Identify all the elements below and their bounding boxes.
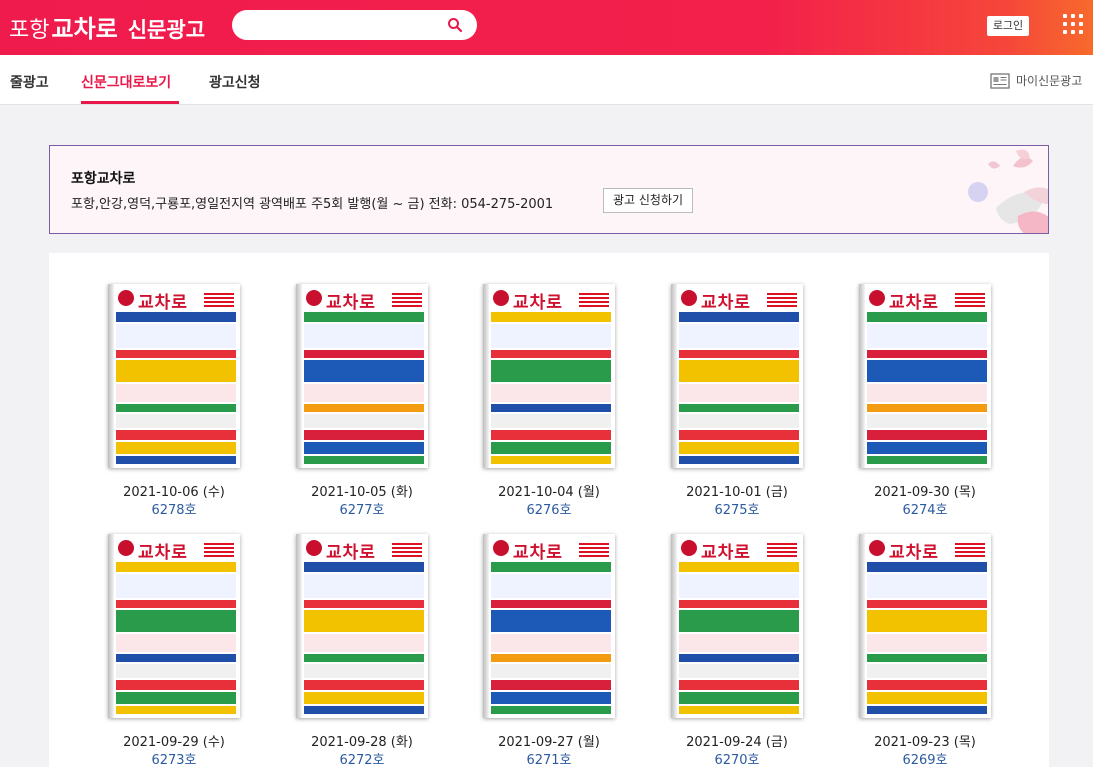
newspaper-thumbnail[interactable]: 교차로 (108, 284, 240, 468)
thumbnail-masthead: 교차로 (701, 293, 751, 313)
issue-number-link[interactable]: 6270호 (652, 749, 822, 767)
newspaper-thumbnail[interactable]: 교차로 (296, 534, 428, 718)
issue-date: 2021-10-06 (수) (123, 485, 225, 500)
issue-number-link[interactable]: 6277호 (277, 499, 447, 518)
thumbnail-masthead: 교차로 (889, 293, 939, 313)
search-bar (232, 10, 477, 40)
newspaper-thumbnail[interactable]: 교차로 (859, 284, 991, 468)
logo-service: 신문광고 (127, 18, 206, 42)
thumbnail-masthead: 교차로 (326, 293, 376, 313)
apply-ad-button[interactable]: 광고 신청하기 (603, 188, 694, 213)
issue-date: 2021-10-05 (화) (311, 485, 413, 500)
decorative-petals (968, 149, 1048, 233)
search-input[interactable] (246, 15, 436, 35)
issue-number-link[interactable]: 6274호 (840, 499, 1010, 518)
thumbnail-masthead: 교차로 (513, 293, 563, 313)
newspaper-thumbnail[interactable]: 교차로 (483, 534, 615, 718)
newspaper-icon (990, 72, 1010, 89)
thumbnail-masthead: 교차로 (889, 543, 939, 563)
newspaper-thumbnail[interactable]: 교차로 (296, 284, 428, 468)
newspaper-info-box: 포항교차로 포항,안강,영덕,구룡포,영일전지역 광역배포 주5회 발행(월 ~… (49, 145, 1049, 234)
logo-region: 포항 (9, 18, 50, 43)
login-button[interactable]: 로그인 (987, 16, 1029, 36)
site-logo[interactable]: 포항 교차로 신문광고 (9, 9, 205, 43)
tab-line-ads[interactable]: 줄광고 (10, 72, 49, 92)
search-icon[interactable] (447, 17, 463, 33)
thumbnail-masthead: 교차로 (513, 543, 563, 563)
issue-date: 2021-09-30 (목) (874, 485, 976, 500)
issue-date: 2021-09-29 (수) (123, 735, 225, 750)
nav-bar: 줄광고 신문그대로보기 광고신청 마이신문광고 (0, 55, 1093, 105)
issue-number-link[interactable]: 6273호 (89, 749, 259, 767)
newspaper-thumbnail[interactable]: 교차로 (671, 534, 803, 718)
issue-number-link[interactable]: 6272호 (277, 749, 447, 767)
my-ad-label: 마이신문광고 (1016, 74, 1083, 88)
thumbnail-masthead: 교차로 (138, 293, 188, 313)
issue-number-link[interactable]: 6278호 (89, 499, 259, 518)
issue-date: 2021-09-27 (월) (498, 735, 600, 750)
issue-date: 2021-09-28 (화) (311, 735, 413, 750)
tab-ad-apply[interactable]: 광고신청 (209, 72, 261, 92)
logo-brand: 교차로 (51, 15, 118, 43)
apps-grid-icon[interactable] (1063, 14, 1083, 34)
issue-number-link[interactable]: 6269호 (840, 749, 1010, 767)
thumbnail-masthead: 교차로 (701, 543, 751, 563)
issue-date: 2021-10-01 (금) (686, 485, 788, 500)
issue-number-link[interactable]: 6271호 (464, 749, 634, 767)
newspaper-thumbnail[interactable]: 교차로 (483, 284, 615, 468)
newspaper-thumbnail[interactable]: 교차로 (671, 284, 803, 468)
issue-date: 2021-09-24 (금) (686, 735, 788, 750)
top-bar: 포항 교차로 신문광고 로그인 (0, 0, 1093, 55)
issue-date: 2021-09-23 (목) (874, 735, 976, 750)
issue-date: 2021-10-04 (월) (498, 485, 600, 500)
thumbnail-masthead: 교차로 (138, 543, 188, 563)
tab-newspaper-view[interactable]: 신문그대로보기 (81, 72, 171, 92)
thumbnail-masthead: 교차로 (326, 543, 376, 563)
newspaper-list-panel: 교차로 2021-10-06 (수) 6278호 교차로 2021-10-05 (화) 6… (49, 253, 1049, 767)
active-tab-indicator (81, 101, 179, 104)
my-newspaper-ad-link[interactable]: 마이신문광고 (990, 72, 1082, 89)
newspaper-thumbnail[interactable]: 교차로 (859, 534, 991, 718)
newspaper-description: 포항,안강,영덕,구룡포,영일전지역 광역배포 주5회 발행(월 ~ 금) 전화… (71, 197, 554, 212)
newspaper-thumbnail[interactable]: 교차로 (108, 534, 240, 718)
issue-number-link[interactable]: 6275호 (652, 499, 822, 518)
issue-number-link[interactable]: 6276호 (464, 499, 634, 518)
newspaper-name: 포항교차로 (71, 171, 136, 187)
